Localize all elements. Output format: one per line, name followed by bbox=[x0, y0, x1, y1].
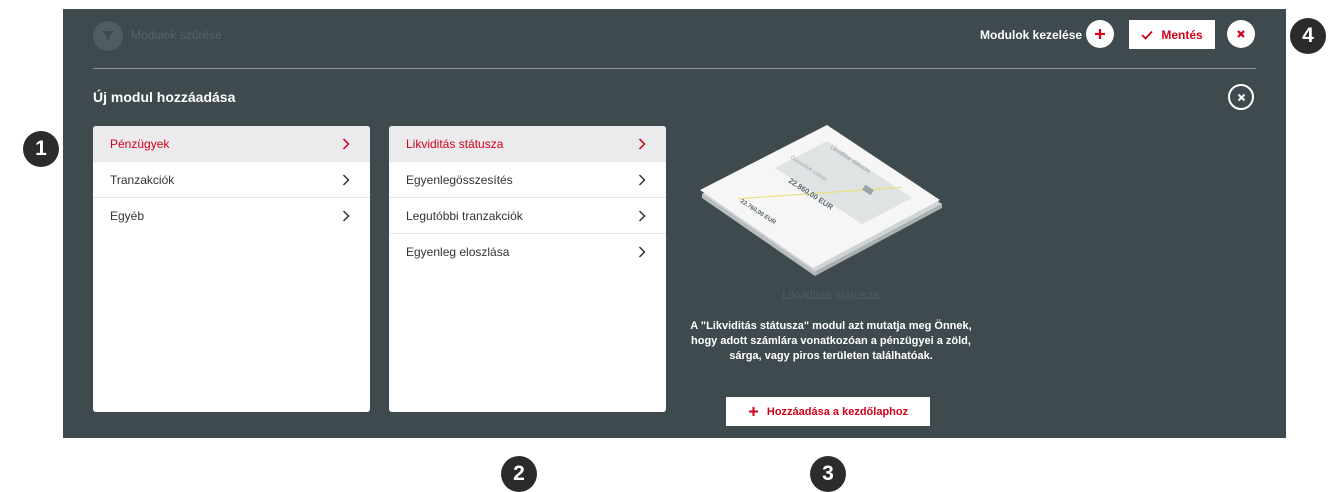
callout-badge-3: 3 bbox=[810, 456, 846, 492]
chevron-right-icon bbox=[638, 173, 648, 187]
close-icon bbox=[1237, 93, 1245, 101]
chevron-right-icon bbox=[638, 245, 648, 259]
save-button[interactable]: Mentés bbox=[1129, 20, 1215, 49]
category-item-tranzakciok[interactable]: Tranzakciók bbox=[93, 162, 370, 198]
manage-modules-label: Modulok kezelése bbox=[980, 28, 1083, 42]
check-icon bbox=[1141, 30, 1153, 40]
divider bbox=[93, 68, 1256, 69]
module-item-eloszlas[interactable]: Egyenleg eloszlása bbox=[389, 234, 666, 270]
module-label: Egyenleg eloszlása bbox=[406, 245, 510, 259]
category-label: Egyéb bbox=[110, 209, 145, 223]
chevron-right-icon bbox=[342, 209, 352, 223]
callout-badge-1: 1 bbox=[23, 131, 59, 167]
module-preview-image: Likviditási státusza Összesített számla … bbox=[700, 125, 942, 276]
category-label: Tranzakciók bbox=[110, 172, 175, 187]
chevron-right-icon bbox=[342, 173, 352, 187]
plus-icon bbox=[748, 407, 758, 416]
add-to-homepage-label: Hozzáadása a kezdőlaphoz bbox=[766, 405, 909, 418]
module-label: Egyenlegösszesítés bbox=[406, 172, 513, 187]
panel-title: Új modul hozzáadása bbox=[93, 89, 236, 105]
filter-label[interactable]: Modulok szűrése bbox=[131, 28, 222, 42]
close-icon bbox=[1237, 30, 1245, 38]
module-item-legutobbi[interactable]: Legutóbbi tranzakciók bbox=[389, 198, 666, 234]
top-bar: Modulok szűrése Modulok kezelése Mentés bbox=[63, 9, 1286, 65]
category-item-penzugyek[interactable]: Pénzügyek bbox=[93, 126, 370, 162]
category-item-egyeb[interactable]: Egyéb bbox=[93, 198, 370, 234]
module-preview-title: Likviditás státusza bbox=[782, 288, 880, 302]
callout-badge-4: 4 bbox=[1290, 18, 1326, 54]
module-manager-panel: Modulok szűrése Modulok kezelése Mentés … bbox=[63, 9, 1286, 438]
category-list: Pénzügyek Tranzakciók Egyéb bbox=[93, 126, 370, 412]
module-item-egyenlegosszesites[interactable]: Egyenlegösszesítés bbox=[389, 162, 666, 198]
callout-badge-2: 2 bbox=[501, 456, 537, 492]
module-item-likviditas[interactable]: Likviditás státusza bbox=[389, 126, 666, 162]
add-to-homepage-button[interactable]: Hozzáadása a kezdőlaphoz bbox=[726, 397, 930, 426]
panel-close-button[interactable] bbox=[1228, 84, 1254, 110]
plus-icon bbox=[1095, 29, 1105, 39]
save-label: Mentés bbox=[1161, 27, 1203, 42]
filter-icon[interactable] bbox=[93, 21, 123, 51]
module-label: Likviditás státusza bbox=[406, 136, 504, 151]
category-label: Pénzügyek bbox=[110, 136, 170, 151]
close-manager-button[interactable] bbox=[1227, 20, 1255, 48]
chevron-right-icon bbox=[342, 137, 352, 151]
chevron-right-icon bbox=[638, 209, 648, 223]
module-description: A "Likviditás státusza" modul azt mutatj… bbox=[690, 320, 972, 362]
module-list: Likviditás státusza Egyenlegösszesítés L… bbox=[389, 126, 666, 412]
module-label: Legutóbbi tranzakciók bbox=[406, 208, 523, 223]
chevron-right-icon bbox=[638, 137, 648, 151]
add-module-button[interactable] bbox=[1086, 20, 1114, 48]
